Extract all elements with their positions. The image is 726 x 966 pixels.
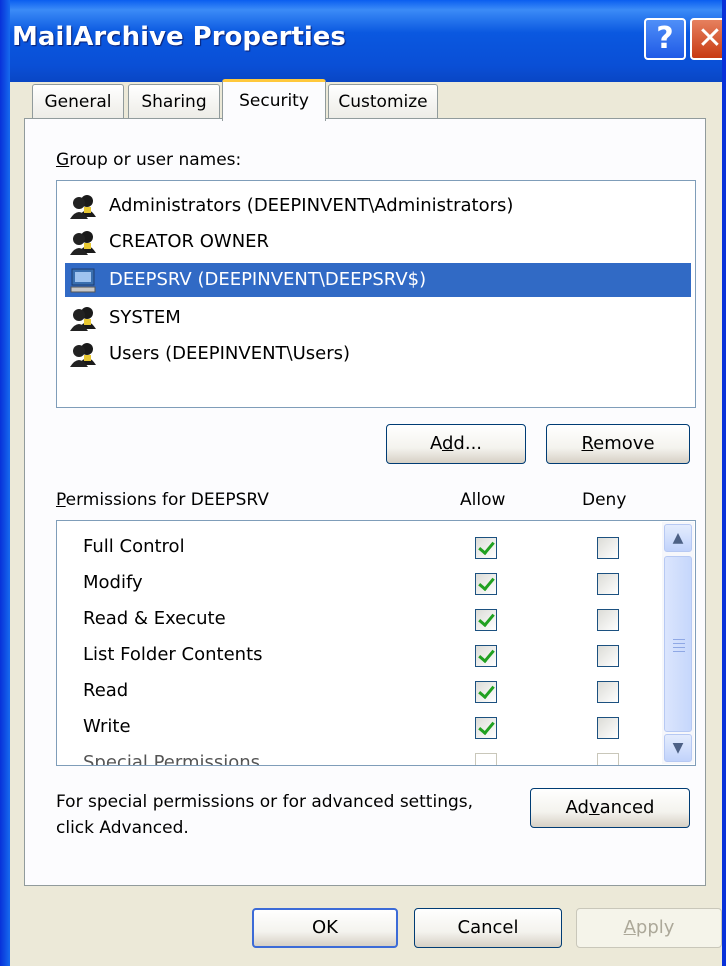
user-list[interactable]: Administrators (DEEPINVENT\Administrator…: [56, 180, 696, 408]
permissions-scrollbar[interactable]: ▲ ▼: [662, 522, 694, 764]
tab-sharing-label: Sharing: [141, 92, 207, 112]
allow-checkbox[interactable]: [475, 609, 497, 631]
user-list-item[interactable]: Administrators (DEEPINVENT\Administrator…: [65, 189, 689, 223]
user-name: DEEPSRV (DEEPINVENT\DEEPSRV$): [109, 269, 427, 290]
scroll-thumb[interactable]: [664, 556, 692, 732]
title-bar[interactable]: MailArchive Properties ? ✕: [0, 0, 726, 82]
close-icon: ✕: [697, 21, 723, 56]
deny-checkbox[interactable]: [597, 717, 619, 739]
advanced-button[interactable]: Advanced: [530, 788, 690, 828]
users-group-icon: [70, 231, 96, 255]
computer-icon: [70, 268, 96, 293]
scroll-down-button[interactable]: ▼: [664, 734, 692, 762]
window-title: MailArchive Properties: [12, 22, 346, 52]
apply-button: Apply: [576, 908, 722, 948]
tab-security-label: Security: [239, 91, 309, 111]
deny-checkbox[interactable]: [597, 537, 619, 559]
allow-checkbox[interactable]: [475, 537, 497, 559]
permission-name: Read & Execute: [83, 608, 226, 629]
remove-button[interactable]: Remove: [546, 424, 690, 464]
ok-button[interactable]: OK: [252, 908, 398, 948]
permission-name: Special Permissions: [83, 752, 261, 766]
tab-customize-label: Customize: [338, 92, 428, 112]
allow-checkbox[interactable]: [475, 681, 497, 703]
close-button[interactable]: ✕: [690, 18, 726, 60]
allow-checkbox[interactable]: [475, 717, 497, 739]
deny-column-header: Deny: [582, 490, 627, 510]
user-list-item[interactable]: SYSTEM: [65, 301, 689, 335]
help-button[interactable]: ?: [644, 18, 686, 60]
user-name: CREATOR OWNER: [109, 231, 270, 252]
help-icon: ?: [656, 21, 674, 56]
permissions-for-label: Permissions for DEEPSRV: [56, 490, 269, 510]
chevron-up-icon: ▲: [672, 530, 684, 546]
tab-customize[interactable]: Customize: [328, 84, 438, 120]
advanced-note-line2: click Advanced.: [56, 818, 189, 838]
permission-name: Full Control: [83, 536, 185, 557]
user-list-item-selected[interactable]: DEEPSRV (DEEPINVENT\DEEPSRV$): [65, 263, 691, 297]
deny-checkbox[interactable]: [597, 645, 619, 667]
tab-sharing[interactable]: Sharing: [128, 84, 220, 120]
permission-name: Read: [83, 680, 129, 701]
deny-checkbox: [597, 753, 619, 765]
allow-checkbox[interactable]: [475, 645, 497, 667]
user-name: Administrators (DEEPINVENT\Administrator…: [109, 195, 514, 216]
properties-dialog: MailArchive Properties ? ✕ General Shari…: [0, 0, 726, 966]
tab-general-label: General: [44, 92, 112, 112]
user-name: Users (DEEPINVENT\Users): [109, 343, 351, 364]
permission-name: List Folder Contents: [83, 644, 263, 665]
permission-name: Modify: [83, 572, 143, 593]
user-list-item[interactable]: Users (DEEPINVENT\Users): [65, 337, 689, 371]
group-or-user-names-label: Group or user names:: [56, 150, 242, 170]
scroll-up-button[interactable]: ▲: [664, 524, 692, 552]
window-frame-left: [0, 0, 10, 966]
allow-checkbox: [475, 753, 497, 765]
window-frame-right: [722, 0, 726, 966]
users-group-icon: [70, 307, 96, 331]
cancel-button[interactable]: Cancel: [414, 908, 562, 948]
deny-checkbox[interactable]: [597, 681, 619, 703]
allow-checkbox[interactable]: [475, 573, 497, 595]
user-list-item[interactable]: CREATOR OWNER: [65, 225, 689, 259]
tab-general[interactable]: General: [32, 84, 124, 120]
tab-security[interactable]: Security: [222, 79, 326, 121]
users-group-icon: [70, 195, 96, 219]
permission-name: Write: [83, 716, 131, 737]
allow-column-header: Allow: [460, 490, 506, 510]
permissions-list: Full Control Modify Read & Execute List …: [56, 520, 696, 766]
deny-checkbox[interactable]: [597, 573, 619, 595]
advanced-note-line1: For special permissions or for advanced …: [56, 792, 474, 812]
deny-checkbox[interactable]: [597, 609, 619, 631]
add-button[interactable]: Add...: [386, 424, 526, 464]
user-name: SYSTEM: [109, 307, 181, 328]
users-group-icon: [70, 343, 96, 367]
chevron-down-icon: ▼: [672, 740, 684, 756]
